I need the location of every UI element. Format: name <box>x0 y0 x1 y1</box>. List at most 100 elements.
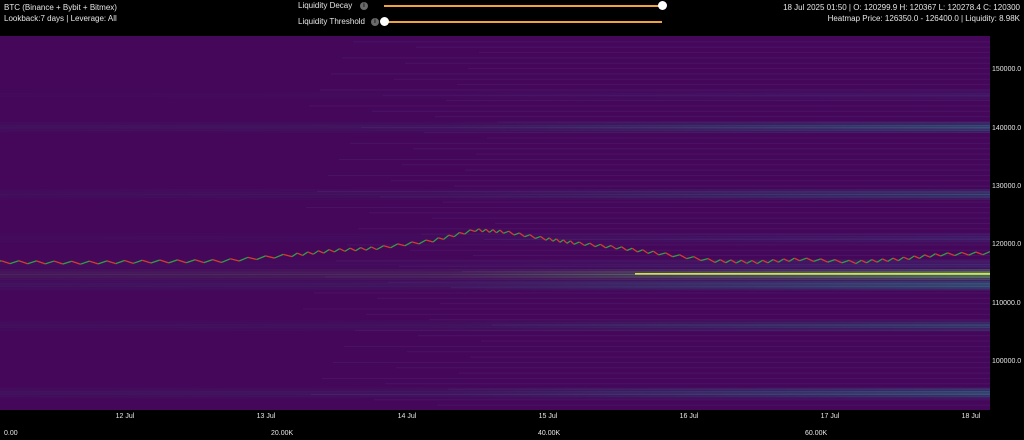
liquidity-band <box>0 389 990 391</box>
price-candle-segment <box>665 252 674 258</box>
liquidity-band <box>0 242 990 244</box>
heatmap-striation <box>495 223 990 224</box>
price-candle-segment <box>355 246 362 252</box>
heatmap-striation <box>481 340 990 342</box>
price-candle-segment <box>647 250 654 254</box>
liquidity-threshold-slider[interactable] <box>384 21 662 23</box>
liquidation-level-line <box>635 273 990 275</box>
liquidity-band <box>0 259 990 261</box>
heatmap-striation <box>309 105 990 107</box>
price-candle-segment <box>499 229 504 234</box>
heatmap-striation <box>413 148 990 150</box>
liquidity-band <box>0 123 990 125</box>
liquidity-band <box>0 195 990 197</box>
heatmap-striation <box>416 46 990 48</box>
price-candle-segment <box>652 250 659 256</box>
liquidity-band <box>0 89 990 91</box>
header-right: 18 Jul 2025 01:50 | O: 120299.9 H: 12036… <box>783 2 1020 24</box>
liquidity-band <box>0 392 990 394</box>
heatmap-striation <box>366 313 990 315</box>
liquidity-heatmap[interactable] <box>0 36 990 410</box>
heatmap-striation <box>429 319 990 321</box>
price-candle-segment <box>908 255 915 261</box>
liquidity-band <box>0 330 990 332</box>
date-tick-label: 13 Jul <box>256 413 276 420</box>
heatmap-striation <box>322 377 990 379</box>
liquidity-band <box>0 239 990 241</box>
liquidity-decay-slider-thumb[interactable] <box>658 1 667 10</box>
liquidity-band <box>0 275 990 277</box>
liquidity-band <box>0 232 990 235</box>
price-candle-segment <box>365 246 372 251</box>
date-tick-label: 15 Jul <box>538 413 558 420</box>
heatmap-striation <box>440 303 990 305</box>
price-candle-segment <box>496 229 501 234</box>
liquidity-band <box>0 395 990 397</box>
liquidity-decay-info-icon[interactable]: i <box>360 2 368 10</box>
liquidity-band <box>0 124 990 127</box>
liquidity-band <box>0 240 990 243</box>
liquidity-band <box>0 328 990 330</box>
heatmap-striation <box>396 367 990 369</box>
liquidity-band <box>0 277 990 279</box>
liquidity-band <box>0 198 990 200</box>
heatmap-striation <box>377 297 990 299</box>
heatmap-striation <box>443 201 990 203</box>
liquidity-threshold-slider-thumb[interactable] <box>380 17 389 26</box>
liquidity-decay-row: Liquidity Decay i <box>298 0 678 14</box>
heatmap-striation <box>353 41 990 43</box>
liquidity-band <box>0 282 990 284</box>
date-tick-label: 16 Jul <box>679 413 699 420</box>
price-candle-segment <box>975 251 984 256</box>
price-candle-segment <box>376 245 384 251</box>
price-candle-segment <box>297 252 303 257</box>
header-left: BTC (Binance + Bybit + Bitmex) Lookback:… <box>4 2 117 24</box>
heatmap-striation <box>407 351 990 353</box>
liquidity-decay-slider[interactable] <box>384 5 662 7</box>
liquidity-band <box>0 234 990 236</box>
liquidity-band <box>0 91 990 93</box>
heatmap-striation <box>372 110 990 112</box>
liquidity-band <box>0 394 990 396</box>
liquidity-band <box>0 131 990 133</box>
price-candle-segment <box>616 246 622 250</box>
price-axis: 150000.0 140000.0 130000.0 120000.0 110000.0… <box>990 36 1024 410</box>
heatmap-striation <box>465 169 990 171</box>
price-candle-segment <box>913 255 920 259</box>
liquidity-threshold-row: Liquidity Threshold i <box>298 16 678 30</box>
liquidity-band <box>0 281 990 283</box>
heatmap-striation <box>394 78 990 80</box>
liquidity-band <box>0 263 990 266</box>
price-tick-label: 130000.0 <box>992 182 1022 190</box>
heatmap-striation <box>333 361 990 363</box>
liquidity-band <box>0 129 990 131</box>
liquidity-threshold-info-icon[interactable]: i <box>371 18 379 26</box>
liquidity-band <box>0 390 990 393</box>
heatmap-striation <box>479 52 990 54</box>
price-candle-segment <box>489 229 494 233</box>
price-candle-segment <box>344 247 351 252</box>
slider-controls: Liquidity Decay i Liquidity Threshold i <box>298 0 678 28</box>
heatmap-striation <box>314 292 990 294</box>
liquidity-band <box>0 323 990 325</box>
liquidity-band <box>0 96 990 98</box>
liquidity-band <box>0 193 990 195</box>
price-candle-segment <box>371 246 377 251</box>
heatmap-striation <box>374 399 990 401</box>
heatmap-striation <box>402 164 990 166</box>
liquidity-band <box>0 397 990 399</box>
heatmap-striation <box>457 84 990 86</box>
heatmap-striation <box>473 255 990 257</box>
liquidity-band <box>0 237 990 239</box>
liquidity-band <box>0 236 990 238</box>
liquidity-band <box>0 99 990 101</box>
price-candle-segment <box>274 253 284 259</box>
time-axis: 12 Jul 13 Jul 14 Jul 15 Jul 16 Jul 17 Jul 18 J… <box>0 410 990 422</box>
date-tick-label: 12 Jul <box>115 413 135 420</box>
liquidity-decay-label: Liquidity Decay <box>298 1 353 10</box>
heatmap-striation <box>432 217 990 219</box>
heatmap-striation <box>369 212 990 214</box>
heatmap-striation <box>410 249 990 251</box>
liquidity-band <box>0 326 990 329</box>
heatmap-striation <box>358 228 990 230</box>
